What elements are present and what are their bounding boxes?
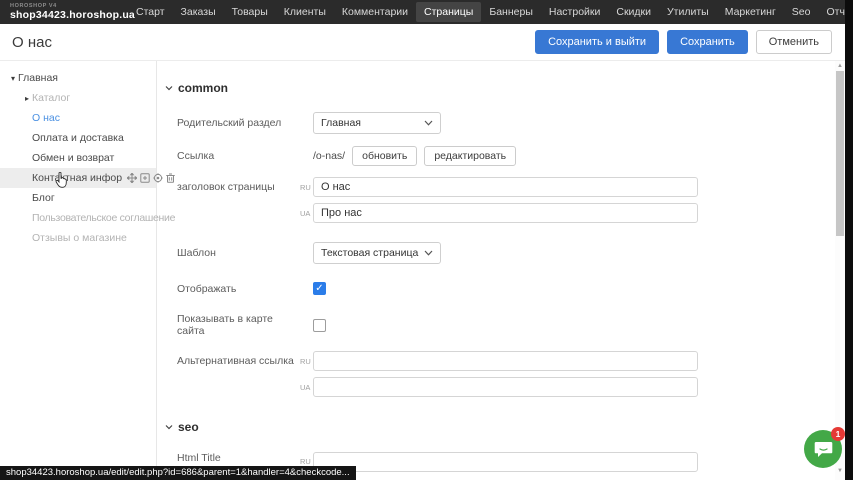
sidebar-item-polzovatelskoe-soglashenie[interactable]: Пользовательское соглашение bbox=[0, 208, 156, 228]
chevron-right-icon[interactable]: ▸ bbox=[22, 94, 32, 103]
page-edit-form: common Родительский раздел Главная Ссылк… bbox=[163, 61, 704, 480]
cancel-button[interactable]: Отменить bbox=[756, 30, 832, 54]
page-title-ru-row: заголовок страницы RU bbox=[177, 177, 704, 197]
chevron-down-icon bbox=[424, 250, 433, 256]
menu-item-tovary[interactable]: Товары bbox=[224, 2, 276, 22]
display-row: Отображать ✓ bbox=[177, 282, 704, 295]
scrollbar-thumb[interactable] bbox=[836, 71, 844, 236]
display-label: Отображать bbox=[177, 283, 300, 295]
app-window: HOROSHOP V4 shop34423.horoshop.ua Старт … bbox=[0, 0, 853, 480]
section-seo[interactable]: seo bbox=[165, 420, 704, 434]
alt-link-label: Альтернативная ссылка bbox=[177, 355, 300, 367]
link-edit-button[interactable]: редактировать bbox=[424, 146, 516, 166]
page-title-label: заголовок страницы bbox=[177, 181, 300, 193]
scroll-down-arrow[interactable]: ▼ bbox=[835, 468, 845, 474]
parent-section-select[interactable]: Главная bbox=[313, 112, 441, 134]
delete-icon[interactable] bbox=[166, 173, 175, 183]
scroll-up-arrow[interactable]: ▲ bbox=[835, 63, 845, 69]
sidebar-item-katalog[interactable]: ▸ Каталог bbox=[0, 88, 156, 108]
page-header: О нас Сохранить и выйти Сохранить Отмени… bbox=[0, 24, 846, 61]
pages-tree-sidebar: ▾ Главная ▸ Каталог О нас Оплата и доста… bbox=[0, 61, 157, 480]
link-label: Ссылка bbox=[177, 150, 300, 162]
chevron-down-icon[interactable]: ▾ bbox=[8, 74, 18, 83]
chevron-down-icon bbox=[165, 85, 173, 91]
add-page-icon[interactable] bbox=[140, 173, 150, 183]
page-title-ru-input[interactable] bbox=[313, 177, 698, 197]
template-select[interactable]: Текстовая страница bbox=[313, 242, 441, 264]
menu-item-seo[interactable]: Seo bbox=[784, 2, 819, 22]
parent-section-label: Родительский раздел bbox=[177, 117, 300, 129]
menu-item-utility[interactable]: Утилиты bbox=[659, 2, 717, 22]
save-button[interactable]: Сохранить bbox=[667, 30, 748, 54]
sidebar-item-glavnaya[interactable]: ▾ Главная bbox=[0, 68, 156, 88]
lang-ua-label: UA bbox=[300, 209, 313, 218]
alt-link-ua-row: UA bbox=[177, 377, 704, 397]
vertical-scrollbar[interactable]: ▲ ▼ bbox=[835, 61, 845, 480]
link-row: Ссылка /o-nas/ обновить редактировать bbox=[177, 146, 704, 166]
alt-link-ru-row: Альтернативная ссылка RU bbox=[177, 351, 704, 371]
screen-edge-strip bbox=[845, 0, 853, 480]
menu-item-bannery[interactable]: Баннеры bbox=[481, 2, 541, 22]
logo[interactable]: HOROSHOP V4 shop34423.horoshop.ua bbox=[0, 4, 118, 21]
sitemap-checkbox[interactable] bbox=[313, 319, 326, 332]
sidebar-item-kontaktnaya-infor[interactable]: Контактная инфор bbox=[0, 168, 156, 188]
template-label: Шаблон bbox=[177, 247, 300, 259]
header-actions: Сохранить и выйти Сохранить Отменить bbox=[535, 30, 846, 54]
save-and-exit-button[interactable]: Сохранить и выйти bbox=[535, 30, 659, 54]
chevron-down-icon bbox=[165, 424, 173, 430]
page-title-ua-input[interactable] bbox=[313, 203, 698, 223]
tree-row-actions bbox=[127, 173, 175, 183]
sitemap-row: Показывать в карте сайта bbox=[177, 313, 704, 337]
link-status-bar: shop34423.horoshop.ua/edit/edit.php?id=6… bbox=[0, 466, 356, 480]
link-path: /o-nas/ bbox=[313, 150, 345, 162]
html-title-label: Html Title bbox=[177, 452, 300, 464]
menu-item-klienty[interactable]: Клиенты bbox=[276, 2, 334, 22]
chat-bubble-icon bbox=[814, 441, 833, 458]
link-update-button[interactable]: обновить bbox=[352, 146, 417, 166]
html-title-ru-input[interactable] bbox=[313, 452, 698, 472]
sidebar-item-oplata-i-dostavka[interactable]: Оплата и доставка bbox=[0, 128, 156, 148]
lang-ru-label: RU bbox=[300, 183, 313, 192]
parent-section-row: Родительский раздел Главная bbox=[177, 112, 704, 134]
menu-item-start[interactable]: Старт bbox=[128, 2, 173, 22]
section-common[interactable]: common bbox=[165, 81, 704, 95]
sidebar-item-otzyvy-o-magazine[interactable]: Отзывы о магазине bbox=[0, 228, 156, 248]
main-menu: Старт Заказы Товары Клиенты Комментарии … bbox=[128, 2, 853, 22]
page-title-ua-row: UA bbox=[177, 203, 704, 223]
sidebar-item-blog[interactable]: Блог bbox=[0, 188, 156, 208]
menu-item-stranicy[interactable]: Страницы bbox=[416, 2, 481, 22]
menu-item-kommentarii[interactable]: Комментарии bbox=[334, 2, 416, 22]
menu-item-marketing[interactable]: Маркетинг bbox=[717, 2, 784, 22]
move-icon[interactable] bbox=[127, 173, 137, 183]
alt-link-ru-input[interactable] bbox=[313, 351, 698, 371]
section-seo-label: seo bbox=[178, 420, 199, 434]
sidebar-item-o-nas[interactable]: О нас bbox=[0, 108, 156, 128]
menu-item-skidki[interactable]: Скидки bbox=[608, 2, 659, 22]
topbar: HOROSHOP V4 shop34423.horoshop.ua Старт … bbox=[0, 0, 853, 24]
sitemap-label: Показывать в карте сайта bbox=[177, 313, 300, 337]
page-title: О нас bbox=[0, 34, 52, 51]
chat-unread-badge: 1 bbox=[831, 427, 845, 441]
gear-icon[interactable] bbox=[153, 173, 163, 183]
chevron-down-icon bbox=[424, 120, 433, 126]
section-common-label: common bbox=[178, 81, 228, 95]
display-checkbox[interactable]: ✓ bbox=[313, 282, 326, 295]
logo-domain: shop34423.horoshop.ua bbox=[10, 10, 118, 21]
menu-item-zakazy[interactable]: Заказы bbox=[173, 2, 224, 22]
chat-widget-button[interactable]: 1 bbox=[804, 430, 842, 468]
template-row: Шаблон Текстовая страница bbox=[177, 242, 704, 264]
sidebar-item-obmen-i-vozvrat[interactable]: Обмен и возврат bbox=[0, 148, 156, 168]
alt-link-ua-input[interactable] bbox=[313, 377, 698, 397]
menu-item-nastrojki[interactable]: Настройки bbox=[541, 2, 609, 22]
